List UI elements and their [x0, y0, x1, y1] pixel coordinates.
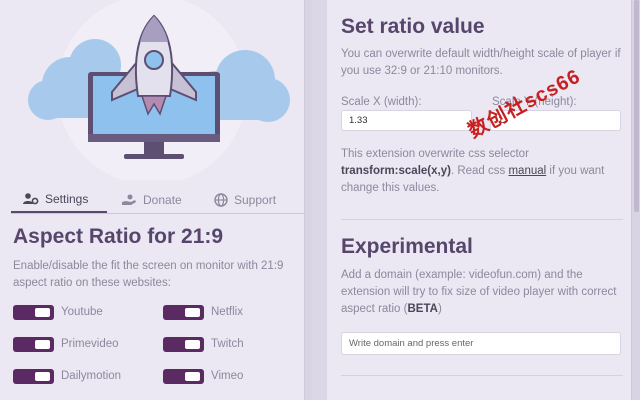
experimental-text: )	[437, 303, 442, 315]
settings-panel: Settings Donate Support Aspect Ratio for…	[0, 0, 312, 400]
tab-donate[interactable]: Donate	[121, 186, 182, 213]
youtube-toggle[interactable]	[13, 304, 54, 320]
css-code: transform:scale(x,y)	[341, 165, 451, 177]
right-scrollbar[interactable]	[631, 0, 640, 400]
ratio-panel: Set ratio value You can overwrite defaul…	[327, 0, 631, 400]
toggle-label: Vimeo	[211, 370, 244, 382]
toggle-row-vimeo: Vimeo	[163, 368, 243, 384]
primevideo-toggle[interactable]	[13, 336, 54, 352]
scale-x-input[interactable]	[341, 110, 472, 131]
toggle-row-youtube: Youtube	[13, 304, 103, 320]
css-selector-note: This extension overwrite css selector tr…	[341, 146, 623, 197]
tab-label: Settings	[45, 191, 89, 206]
toggle-knob	[185, 371, 200, 381]
set-ratio-description: You can overwrite default width/height s…	[341, 48, 621, 77]
toggle-knob	[35, 339, 50, 349]
toggle-row-primevideo: Primevideo	[13, 336, 119, 352]
experimental-description: Add a domain (example: videofun.com) and…	[341, 267, 623, 318]
experimental-heading: Experimental	[341, 235, 473, 258]
scrollbar-thumb[interactable]	[634, 0, 639, 212]
tab-label: Donate	[143, 192, 182, 207]
css-note-text: . Read css	[450, 165, 506, 177]
aspect-ratio-description: Enable/disable the fit the screen on mon…	[13, 260, 284, 289]
netflix-toggle[interactable]	[163, 304, 204, 320]
toggle-label: Twitch	[211, 338, 244, 350]
globe-icon	[214, 192, 228, 207]
aspect-ratio-heading: Aspect Ratio for 21:9	[13, 225, 224, 248]
section-divider	[341, 219, 623, 220]
toggle-row-dailymotion: Dailymotion	[13, 368, 121, 384]
beta-label: BETA	[407, 303, 438, 315]
toggle-knob	[185, 307, 200, 317]
vimeo-toggle[interactable]	[163, 368, 204, 384]
toggle-knob	[35, 307, 50, 317]
toggle-knob	[185, 339, 200, 349]
toggle-label: Youtube	[61, 306, 103, 318]
users-cog-icon	[23, 192, 39, 205]
dailymotion-toggle[interactable]	[13, 368, 54, 384]
hand-holding-icon	[121, 194, 137, 206]
rocket-monitor-illustration	[28, 0, 290, 180]
domain-input[interactable]	[341, 332, 621, 355]
set-ratio-heading: Set ratio value	[341, 15, 485, 38]
left-scrollbar[interactable]	[304, 0, 312, 400]
tab-settings[interactable]: Settings	[11, 186, 107, 213]
experimental-text: Add a domain (example: videofun.com) and…	[341, 269, 617, 315]
section-divider	[341, 375, 623, 376]
panel-gap	[312, 0, 327, 400]
manual-link[interactable]: manual	[508, 165, 546, 177]
twitch-toggle[interactable]	[163, 336, 204, 352]
tab-support[interactable]: Support	[214, 186, 276, 213]
toggle-knob	[35, 371, 50, 381]
toggle-label: Primevideo	[61, 338, 119, 350]
scale-x-label: Scale X (width):	[341, 96, 422, 108]
toggle-label: Dailymotion	[61, 370, 122, 382]
toggle-row-netflix: Netflix	[163, 304, 243, 320]
toggle-row-twitch: Twitch	[163, 336, 244, 352]
css-note-text: This extension overwrite css selector	[341, 148, 529, 160]
tab-bar: Settings Donate Support	[11, 186, 307, 214]
tab-label: Support	[234, 192, 277, 207]
toggle-label: Netflix	[211, 306, 243, 318]
